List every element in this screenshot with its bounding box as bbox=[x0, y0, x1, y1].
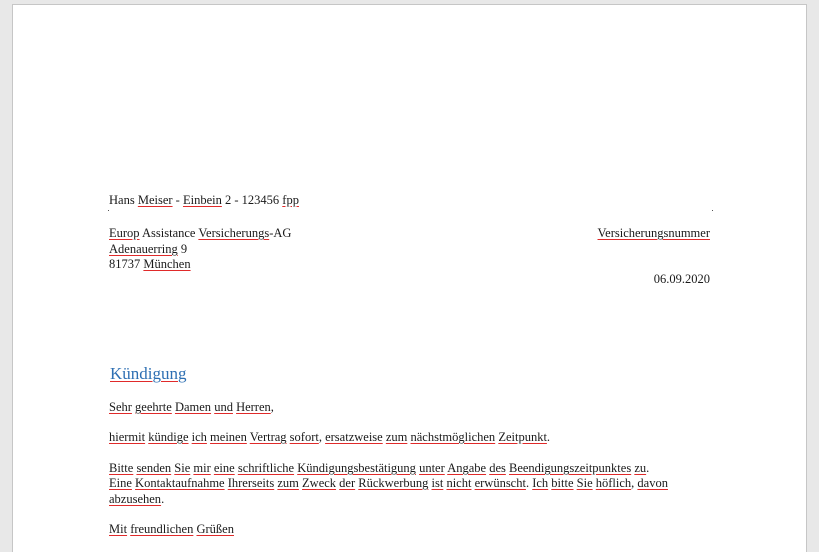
salutation-word: , bbox=[270, 400, 274, 414]
body-word: bitte bbox=[551, 476, 574, 490]
salutation-word: Sehr bbox=[109, 400, 132, 414]
body-word: , bbox=[318, 430, 322, 444]
body-word: senden bbox=[136, 461, 172, 475]
body-word: Zeitpunkt bbox=[498, 430, 547, 444]
body-word: abzusehen bbox=[109, 492, 162, 506]
margin-marker-left bbox=[108, 210, 109, 211]
body-word: Angabe bbox=[447, 461, 487, 475]
date-text: 06.09.2020 bbox=[653, 272, 710, 286]
body-word: meinen bbox=[210, 430, 247, 444]
margin-marker-right bbox=[712, 210, 713, 211]
sender-word: Hans bbox=[109, 193, 135, 207]
body-word: davon bbox=[637, 476, 668, 490]
body-word: zum bbox=[277, 476, 299, 490]
paragraph-1: hiermit kündige ich meinen Vertrag sofor… bbox=[109, 430, 550, 445]
salutation-word: Damen bbox=[174, 400, 212, 414]
recipient-word: 9 bbox=[180, 242, 188, 256]
body-word: zu bbox=[634, 461, 647, 475]
sender-word: - bbox=[175, 193, 180, 207]
body-word: . bbox=[525, 476, 530, 490]
paragraph-2-line-3: abzusehen. bbox=[109, 492, 164, 507]
body-word: eine bbox=[213, 461, 235, 475]
closing-word: Mit bbox=[109, 522, 128, 536]
recipient-word: 81737 bbox=[109, 257, 141, 271]
body-word: Ihrerseits bbox=[227, 476, 275, 490]
sender-line: Hans Meiser - Einbein 2 - 123456 fpp bbox=[109, 193, 299, 208]
body-word: Kontaktaufnahme bbox=[135, 476, 225, 490]
body-word: hiermit bbox=[109, 430, 146, 444]
document-viewport: Hans Meiser - Einbein 2 - 123456 fpp Eur… bbox=[0, 0, 819, 552]
salutation-word: geehrte bbox=[135, 400, 172, 414]
closing: Mit freundlichen Grüßen bbox=[109, 522, 234, 537]
body-word: . bbox=[161, 492, 165, 506]
paragraph-2-line-2: Eine Kontaktaufnahme Ihrerseits zum Zwec… bbox=[109, 476, 668, 491]
recipient-word: -AG bbox=[269, 226, 292, 240]
body-word: höflich bbox=[595, 476, 632, 490]
sender-word: fpp bbox=[282, 193, 299, 207]
closing-word: Grüßen bbox=[196, 522, 234, 536]
body-word: Vertrag bbox=[249, 430, 287, 444]
body-word: des bbox=[489, 461, 506, 475]
reference-label: Versicherungsnummer bbox=[598, 226, 710, 241]
recipient-word: München bbox=[143, 257, 191, 271]
sender-word: Einbein bbox=[182, 193, 222, 207]
body-word: Ich bbox=[532, 476, 549, 490]
paragraph-2-line-1: Bitte senden Sie mir eine schriftliche K… bbox=[109, 461, 649, 476]
recipient-word: Versicherungs bbox=[198, 226, 270, 240]
body-word: der bbox=[339, 476, 356, 490]
letter-date: 06.09.2020 bbox=[654, 272, 710, 287]
body-word: unter bbox=[419, 461, 445, 475]
body-word: ersatzweise bbox=[325, 430, 383, 444]
body-word: erwünscht bbox=[474, 476, 526, 490]
body-word: Bitte bbox=[109, 461, 134, 475]
body-word: kündige bbox=[148, 430, 189, 444]
document-page[interactable]: Hans Meiser - Einbein 2 - 123456 fpp Eur… bbox=[12, 4, 807, 552]
body-word: nächstmöglichen bbox=[410, 430, 496, 444]
body-word: Kündigungsbestätigung bbox=[297, 461, 416, 475]
subject-heading: Kündigung bbox=[110, 364, 187, 384]
body-word: Sie bbox=[576, 476, 593, 490]
sender-word: Meiser bbox=[137, 193, 173, 207]
body-word: nicht bbox=[446, 476, 472, 490]
recipient-word: Europ bbox=[109, 226, 140, 240]
body-word: schriftliche bbox=[237, 461, 295, 475]
body-word: Beendigungszeitpunktes bbox=[508, 461, 632, 475]
body-word: . bbox=[546, 430, 551, 444]
sender-word: 2 - 123456 bbox=[224, 193, 280, 207]
reference-text: Versicherungsnummer bbox=[597, 226, 710, 240]
body-word: mir bbox=[193, 461, 211, 475]
body-word: Sie bbox=[174, 461, 191, 475]
recipient-line-3: 81737 München bbox=[109, 257, 191, 272]
subject-text: Kündigung bbox=[110, 364, 187, 383]
body-word: , bbox=[631, 476, 635, 490]
body-word: sofort bbox=[289, 430, 319, 444]
closing-word: freundlichen bbox=[130, 522, 194, 536]
body-word: Eine bbox=[109, 476, 132, 490]
recipient-line-2: Adenauerring 9 bbox=[109, 242, 187, 257]
salutation-word: Herren bbox=[236, 400, 271, 414]
body-word: Zweck bbox=[302, 476, 337, 490]
recipient-line-1: Europ Assistance Versicherungs-AG bbox=[109, 226, 291, 241]
salutation: Sehr geehrte Damen und Herren, bbox=[109, 400, 274, 415]
recipient-word: Assistance bbox=[142, 226, 196, 240]
body-word: Rückwerbung bbox=[358, 476, 429, 490]
body-word: ich bbox=[191, 430, 207, 444]
body-word: . bbox=[646, 461, 650, 475]
body-word: ist bbox=[431, 476, 444, 490]
salutation-word: und bbox=[214, 400, 233, 414]
recipient-word: Adenauerring bbox=[109, 242, 178, 256]
body-word: zum bbox=[385, 430, 408, 444]
